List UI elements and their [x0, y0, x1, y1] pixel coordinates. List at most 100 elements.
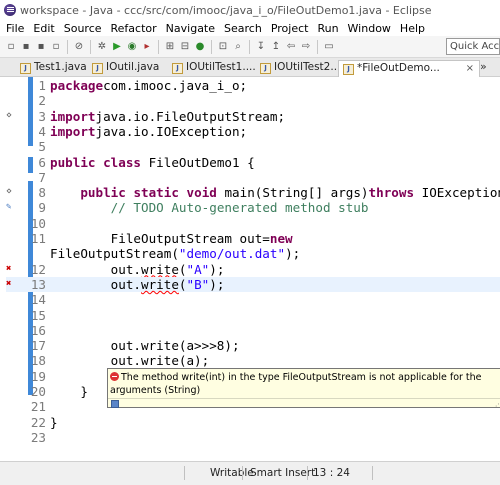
code-line[interactable]: 23	[6, 430, 500, 445]
code-line[interactable]: 5	[6, 139, 500, 154]
code-line[interactable]: 6 public class FileOutDemo1 {	[6, 155, 500, 170]
code-line[interactable]: 16	[6, 323, 500, 338]
save-all-icon[interactable]: ▪	[35, 41, 47, 53]
run-icon[interactable]: ▶	[111, 41, 123, 53]
code-line[interactable]: 1 packagecom.imooc.java_i_o;	[6, 78, 500, 93]
tab-ioutiltest2[interactable]: J IOUtilTest2....	[256, 60, 338, 77]
code-line[interactable]: 18 out.write(a);	[6, 353, 500, 368]
new-class-icon[interactable]: ●	[194, 41, 206, 53]
code-line[interactable]: ✖ 13 out.write("B");	[6, 276, 500, 292]
status-separator	[307, 466, 308, 480]
menu-help[interactable]: Help	[400, 22, 425, 35]
code-line[interactable]: FileOutputStream("demo/out.dat");	[6, 246, 500, 261]
code-line[interactable]: 17 out.write(a>>>8);	[6, 338, 500, 353]
annotation-next-icon[interactable]: ↧	[255, 41, 267, 53]
code-token: java.io.FileOutputStream;	[95, 108, 286, 124]
menu-file[interactable]: File	[6, 22, 24, 35]
external-tools-icon[interactable]: ▸	[141, 41, 153, 53]
line-number: 4	[38, 123, 46, 139]
tab-ioutiltest1[interactable]: J IOUtilTest1....	[168, 60, 256, 77]
code-token: import	[50, 108, 96, 124]
tab-test1[interactable]: J Test1.java	[16, 60, 88, 77]
debug-icon[interactable]: ✲	[96, 41, 108, 53]
menu-source[interactable]: Source	[64, 22, 102, 35]
menu-navigate[interactable]: Navigate	[166, 22, 215, 35]
line-number: 13	[30, 276, 46, 292]
code-line[interactable]: ✎ 9 // TODO Auto-generated method stub	[6, 200, 500, 215]
code-text: packagecom.imooc.java_i_o;	[50, 78, 247, 93]
code-token: (	[178, 261, 187, 277]
tab-fileoutdemo1[interactable]: J *FileOutDemo... ×	[338, 60, 480, 77]
code-text: importjava.io.IOException;	[50, 124, 247, 139]
code-text: out.write(a>>>8);	[50, 338, 240, 353]
menu-project[interactable]: Project	[271, 22, 309, 35]
menu-bar: File Edit Source Refactor Navigate Searc…	[0, 20, 500, 36]
line-number: 1	[38, 78, 46, 93]
forward-icon[interactable]: ⇨	[300, 41, 312, 53]
resize-handle-icon[interactable]: ⋰	[495, 400, 500, 408]
code-line[interactable]: 10	[6, 216, 500, 231]
code-token: public	[50, 154, 96, 170]
new-java-project-icon[interactable]: ⊞	[164, 41, 176, 53]
error-hover-popup[interactable]: The method write(int) in the type FileOu…	[107, 368, 500, 408]
code-text: FileOutputStream("demo/out.dat");	[50, 246, 300, 261]
code-line[interactable]: 22}	[6, 415, 500, 430]
status-insert-mode: Smart Insert	[250, 467, 316, 479]
line-number: 21	[30, 399, 46, 415]
code-token: static	[133, 185, 179, 201]
code-line[interactable]: ⋄ 3 importjava.io.FileOutputStream;	[6, 109, 500, 124]
quick-access-input[interactable]: Quick Access	[446, 38, 500, 55]
open-type-icon[interactable]: ⊡	[217, 41, 229, 53]
code-line[interactable]: 14	[6, 292, 500, 307]
toolbar-separator	[158, 39, 159, 54]
annotation-prev-icon[interactable]: ↥	[270, 41, 282, 53]
print-icon[interactable]: ▫	[50, 41, 62, 53]
code-line[interactable]: 15	[6, 308, 500, 323]
code-line[interactable]: 2	[6, 93, 500, 108]
menu-run[interactable]: Run	[317, 22, 338, 35]
menu-window[interactable]: Window	[348, 22, 391, 35]
error-text: The method write(int) in the type FileOu…	[110, 372, 482, 396]
search-icon[interactable]: ⌕	[232, 41, 244, 53]
code-line[interactable]: 4 importjava.io.IOException;	[6, 124, 500, 139]
coverage-icon[interactable]: ◉	[126, 41, 138, 53]
java-file-icon: J	[343, 64, 354, 75]
new-icon[interactable]: ▫	[5, 41, 17, 53]
status-separator	[372, 466, 373, 480]
code-token: out.	[50, 276, 141, 292]
back-icon[interactable]: ⇦	[285, 41, 297, 53]
java-file-icon: J	[172, 63, 183, 74]
tab-ioutil[interactable]: J IOutil.java	[88, 60, 168, 77]
menu-edit[interactable]: Edit	[33, 22, 54, 35]
perspective-icon[interactable]: ▭	[323, 41, 335, 53]
new-package-icon[interactable]: ⊟	[179, 41, 191, 53]
save-icon[interactable]: ▪	[20, 41, 32, 53]
menu-refactor[interactable]: Refactor	[111, 22, 157, 35]
code-token: // TODO Auto-generated method stub	[110, 200, 369, 216]
eclipse-logo-icon	[4, 4, 16, 16]
tab-overflow-icon[interactable]: »	[480, 58, 487, 75]
line-number: 10	[30, 215, 46, 231]
code-text: out.write("A");	[50, 261, 225, 277]
error-icon	[110, 372, 119, 381]
title-bar: workspace - Java - ccc/src/com/imooc/jav…	[0, 0, 500, 20]
line-number: 6	[38, 154, 46, 170]
line-number: 15	[30, 307, 46, 323]
line-number: 20	[30, 384, 46, 399]
code-token: void	[186, 185, 217, 201]
toolbar-separator	[317, 39, 318, 54]
code-line[interactable]: 11 FileOutputStream out=new	[6, 231, 500, 246]
code-line[interactable]: ⋄ 8 public static void main(String[] args…	[6, 185, 500, 200]
code-token: "demo/out.dat"	[178, 246, 286, 262]
line-number: 17	[30, 338, 46, 354]
code-token: "A"	[186, 261, 210, 277]
code-line[interactable]: ✖ 12 out.write("A");	[6, 262, 500, 277]
quick-fix-icon[interactable]	[111, 400, 119, 408]
code-text: FileOutputStream out=new	[50, 231, 293, 246]
code-editor[interactable]: 1 packagecom.imooc.java_i_o; 2 ⋄ 3 importjava…	[6, 77, 500, 461]
menu-search[interactable]: Search	[224, 22, 262, 35]
code-line[interactable]: 7	[6, 170, 500, 185]
skip-breakpoints-icon[interactable]: ⊘	[73, 41, 85, 53]
close-icon[interactable]: ×	[466, 61, 474, 76]
status-writable: Writable	[210, 467, 254, 479]
